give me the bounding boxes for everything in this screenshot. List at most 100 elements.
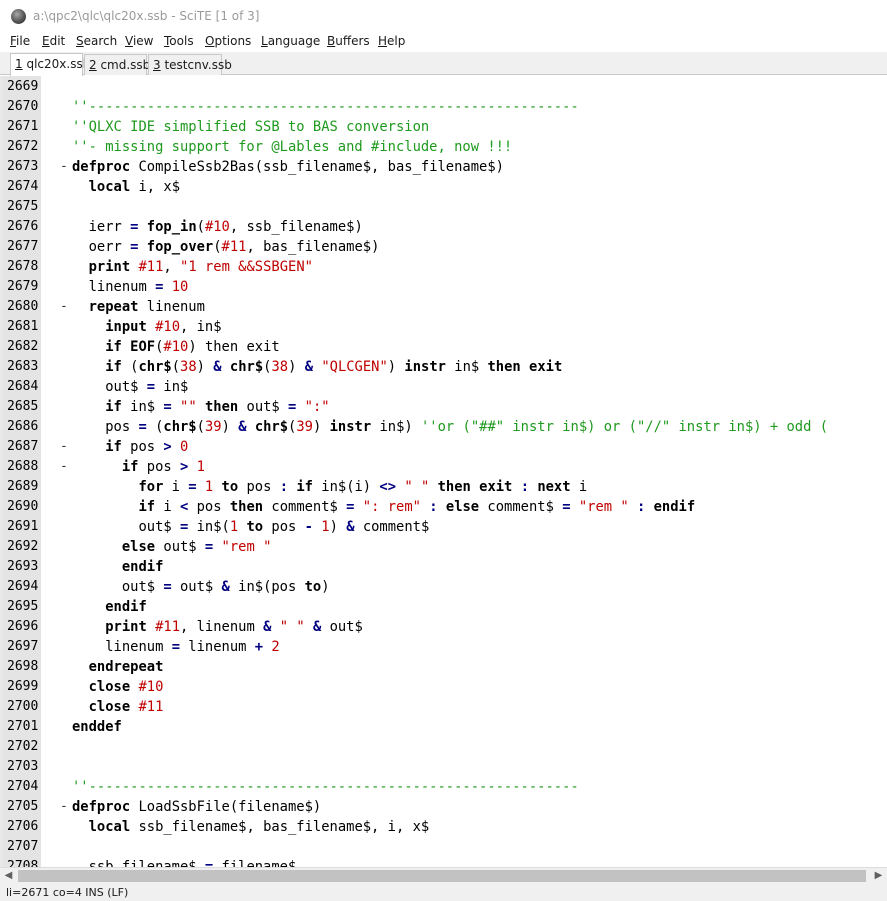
code-token: "rem " bbox=[221, 539, 272, 555]
code-token: close bbox=[88, 679, 131, 695]
code-line[interactable]: else out$ = "rem " bbox=[72, 537, 272, 557]
line-number: 2688 bbox=[7, 459, 39, 474]
code-line[interactable]: if (chr$(38) & chr$(38) & "QLCGEN") inst… bbox=[72, 357, 562, 377]
tab-cmd[interactable]: 2 cmd.ssb bbox=[84, 54, 150, 75]
code-token: fop_in bbox=[146, 219, 197, 235]
line-number: 2706 bbox=[7, 819, 39, 834]
code-editor[interactable]: 2669 2670 2671 2672 2673 2674 2675 2676 2677 2678… bbox=[0, 76, 887, 867]
code-line[interactable]: if in$ = "" then out$ = ":" bbox=[72, 397, 329, 417]
code-token: if bbox=[138, 499, 156, 515]
line-number: 2695 bbox=[7, 599, 39, 614]
code-line[interactable]: input #10, in$ bbox=[72, 317, 221, 337]
code-line[interactable]: oerr = fop_over(#11, bas_filename$) bbox=[72, 237, 380, 257]
code-token: pos bbox=[238, 479, 280, 495]
line-number: 2691 bbox=[7, 519, 39, 534]
menu-language[interactable]: Language bbox=[261, 34, 320, 48]
code-token: 39 bbox=[296, 419, 313, 435]
menu-tools[interactable]: Tools bbox=[164, 34, 194, 48]
code-token: = bbox=[204, 539, 214, 555]
code-token: ''--------------------------------------… bbox=[72, 779, 579, 795]
code-line[interactable]: out$ = out$ & in$(pos to) bbox=[72, 577, 330, 597]
arrow-left-icon[interactable]: ◀ bbox=[0, 868, 17, 884]
fold-toggle-icon[interactable]: - bbox=[60, 297, 68, 317]
scite-app-icon[interactable] bbox=[11, 9, 26, 24]
code-token: 38 bbox=[180, 359, 197, 375]
code-line[interactable]: if pos > 0 bbox=[72, 437, 188, 457]
menu-buffers[interactable]: Buffers bbox=[327, 34, 370, 48]
menu-help[interactable]: Help bbox=[378, 34, 405, 48]
code-token: fop_over bbox=[146, 239, 214, 255]
code-line[interactable]: enddef bbox=[72, 717, 122, 737]
menu-view[interactable]: View bbox=[125, 34, 153, 48]
arrow-right-icon[interactable]: ▶ bbox=[870, 868, 887, 884]
tab-qlc20x[interactable]: 1 qlc20x.ssb bbox=[10, 53, 90, 76]
line-number: 2686 bbox=[7, 419, 39, 434]
tab-testcnv[interactable]: 3 testcnv.ssb bbox=[148, 54, 232, 75]
code-line[interactable]: linenum = 10 bbox=[72, 277, 189, 297]
code-line[interactable]: ''--------------------------------------… bbox=[72, 777, 579, 797]
code-line[interactable]: ''- missing support for @Lables and #inc… bbox=[72, 137, 512, 157]
code-line[interactable]: linenum = linenum + 2 bbox=[72, 637, 279, 657]
code-token: endif bbox=[105, 599, 147, 615]
code-line[interactable]: ''--------------------------------------… bbox=[72, 97, 579, 117]
code-line[interactable]: endrepeat bbox=[72, 657, 164, 677]
horizontal-scrollbar[interactable]: ◀ ▶ bbox=[0, 867, 887, 884]
code-line[interactable]: endif bbox=[72, 597, 147, 617]
line-number: 2679 bbox=[7, 279, 39, 294]
fold-toggle-icon[interactable]: - bbox=[60, 797, 68, 817]
code-line[interactable]: endif bbox=[72, 557, 164, 577]
code-text-area[interactable]: ''--------------------------------------… bbox=[72, 76, 887, 867]
line-number: 2670 bbox=[7, 99, 39, 114]
code-line[interactable]: defproc CompileSsb2Bas(ssb_filename$, ba… bbox=[72, 157, 504, 177]
line-number: 2674 bbox=[7, 179, 39, 194]
code-token: ''--------------------------------------… bbox=[72, 99, 579, 115]
code-line[interactable]: local ssb_filename$, bas_filename$, i, x… bbox=[72, 817, 430, 837]
code-line[interactable]: for i = 1 to pos : if in$(i) <> " " then… bbox=[72, 477, 587, 497]
code-token: ssb_filename$ bbox=[72, 859, 205, 867]
fold-toggle-icon[interactable]: - bbox=[60, 457, 68, 477]
code-line[interactable]: close #10 bbox=[72, 677, 164, 697]
menu-search[interactable]: Search bbox=[76, 34, 117, 48]
menu-options[interactable]: Options bbox=[205, 34, 251, 48]
code-line[interactable]: print #11, linenum & " " & out$ bbox=[72, 617, 363, 637]
code-line[interactable]: local i, x$ bbox=[72, 177, 180, 197]
code-line[interactable]: if EOF(#10) then exit bbox=[72, 337, 279, 357]
code-token: out$ bbox=[238, 399, 289, 415]
line-number-margin[interactable]: 2669 2670 2671 2672 2673 2674 2675 2676 2677 2678… bbox=[3, 76, 41, 867]
code-token: endif bbox=[653, 499, 696, 515]
code-line[interactable]: close #11 bbox=[72, 697, 164, 717]
code-token: if bbox=[105, 399, 122, 415]
fold-toggle-icon[interactable]: - bbox=[60, 157, 68, 177]
code-line[interactable]: defproc LoadSsbFile(filename$) bbox=[72, 797, 321, 817]
line-number: 2676 bbox=[7, 219, 39, 234]
code-line[interactable]: print #11, "1 rem &&SSBGEN" bbox=[72, 257, 313, 277]
code-token: out$ bbox=[321, 619, 363, 635]
menu-edit[interactable]: Edit bbox=[42, 34, 65, 48]
code-token: i bbox=[570, 479, 588, 495]
code-line[interactable]: if i < pos then comment$ = ": rem" : els… bbox=[72, 497, 695, 517]
scrollbar-thumb[interactable] bbox=[18, 870, 866, 882]
code-line[interactable]: out$ = in$(1 to pos - 1) & comment$ bbox=[72, 517, 429, 537]
code-line[interactable]: out$ = in$ bbox=[72, 377, 188, 397]
code-token: print bbox=[88, 259, 131, 275]
code-line[interactable]: pos = (chr$(39) & chr$(39) instr in$) ''… bbox=[72, 417, 828, 437]
code-line[interactable]: ssb_filename$ = filename$ bbox=[72, 857, 297, 867]
code-line[interactable]: if pos > 1 bbox=[72, 457, 205, 477]
fold-margin[interactable]: ----- bbox=[41, 76, 68, 867]
code-line[interactable]: ierr = fop_in(#10, ssb_filename$) bbox=[72, 217, 363, 237]
code-line[interactable]: repeat linenum bbox=[72, 297, 205, 317]
menu-file[interactable]: File bbox=[10, 34, 30, 48]
code-token: ( bbox=[213, 239, 222, 255]
code-token: to bbox=[304, 579, 322, 595]
code-line[interactable]: ''QLXC IDE simplified SSB to BAS convers… bbox=[72, 117, 429, 137]
fold-toggle-icon[interactable]: - bbox=[60, 437, 68, 457]
